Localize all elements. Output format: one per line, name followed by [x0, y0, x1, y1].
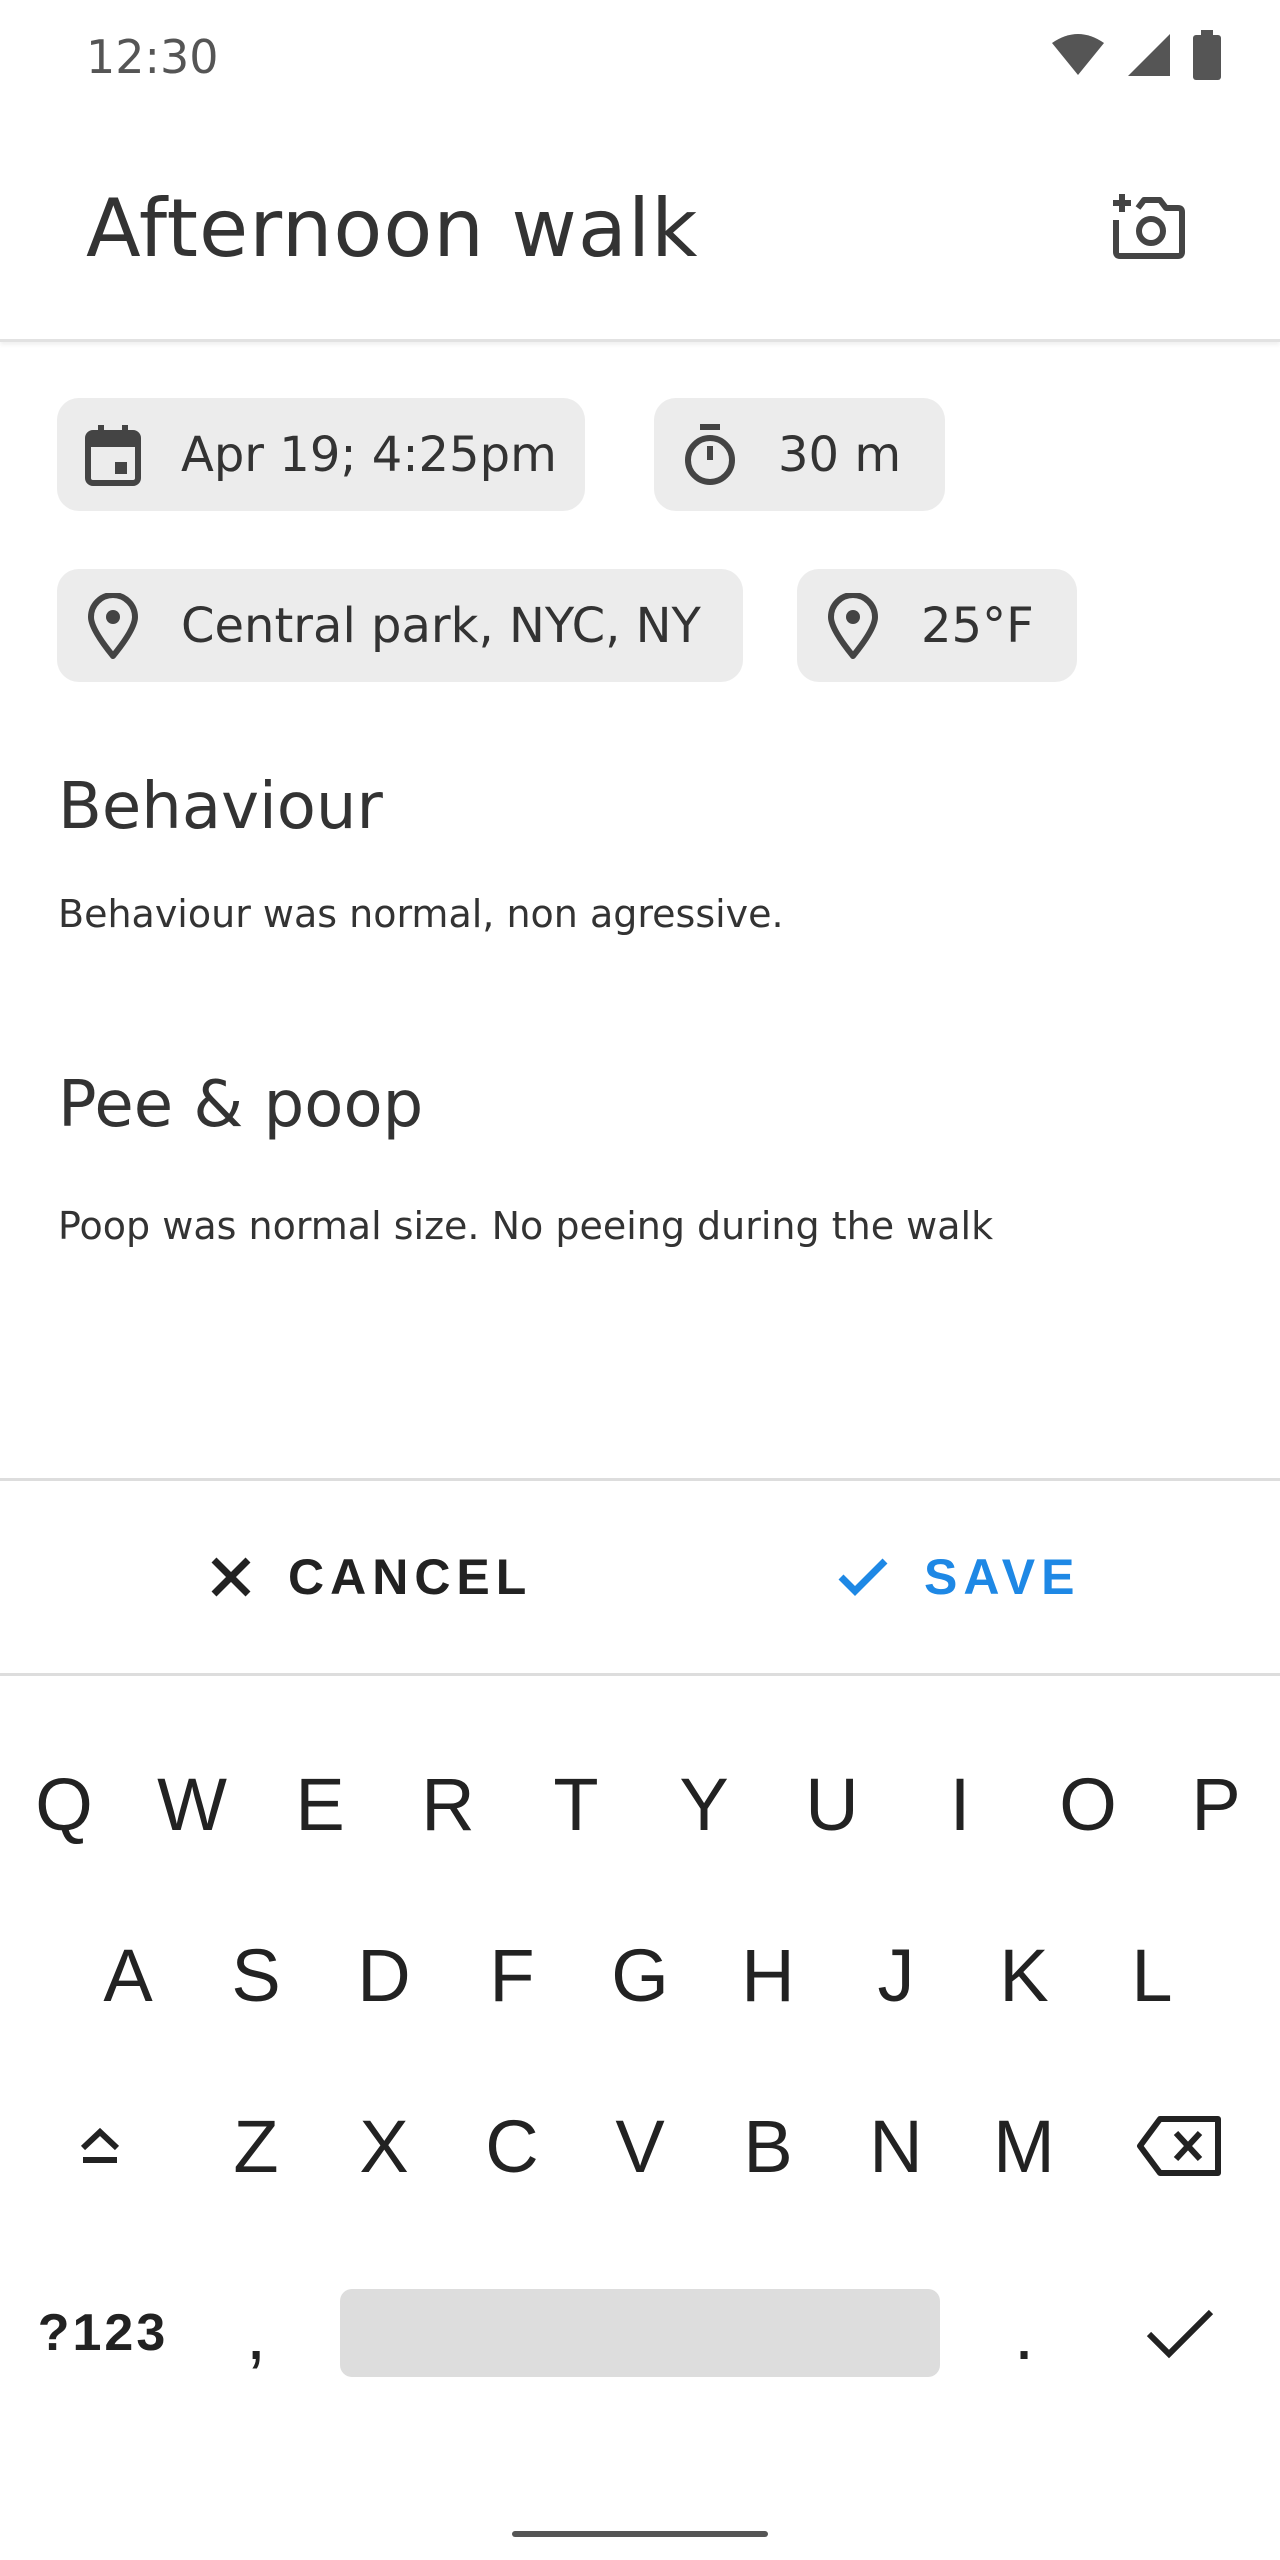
check-icon: [838, 1558, 888, 1596]
key-i[interactable]: I: [905, 1734, 1015, 1874]
period-key[interactable]: .: [969, 2263, 1079, 2403]
calendar-icon: [83, 424, 143, 486]
symbols-key[interactable]: ?123: [28, 2263, 178, 2403]
add-photo-button[interactable]: [1108, 186, 1188, 266]
location-chip-label: Central park, NYC, NY: [181, 597, 701, 654]
shift-icon: [80, 2127, 120, 2163]
home-indicator[interactable]: [512, 2531, 768, 2537]
add-photo-icon: [1113, 194, 1185, 259]
app-bar: Afternoon walk: [0, 112, 1280, 342]
backspace-icon: [1137, 2116, 1221, 2176]
key-j[interactable]: J: [841, 1905, 951, 2045]
pee-poop-text[interactable]: Poop was normal size. No peeing during t…: [58, 1204, 993, 1248]
spacebar[interactable]: [340, 2289, 940, 2377]
timer-icon: [680, 423, 740, 485]
key-s[interactable]: S: [201, 1905, 311, 2045]
cancel-label: CANCEL: [288, 1549, 533, 1605]
backspace-key[interactable]: [1125, 2076, 1235, 2216]
key-n[interactable]: N: [841, 2076, 951, 2216]
key-p[interactable]: P: [1161, 1734, 1271, 1874]
location-pin-icon: [83, 592, 143, 659]
temperature-chip-label: 25°F: [921, 597, 1034, 654]
location-chip[interactable]: Central park, NYC, NY: [57, 569, 743, 682]
key-k[interactable]: K: [969, 1905, 1079, 2045]
key-x[interactable]: X: [329, 2076, 439, 2216]
pee-poop-heading: Pee & poop: [58, 1068, 424, 1142]
key-o[interactable]: O: [1033, 1734, 1143, 1874]
key-b[interactable]: B: [713, 2076, 823, 2216]
behaviour-heading: Behaviour: [58, 770, 383, 844]
key-q[interactable]: Q: [9, 1734, 119, 1874]
location-pin-icon: [823, 592, 883, 659]
soft-keyboard: Q W E R T Y U I O P A S D F G H J K L Z …: [0, 1679, 1280, 2560]
shift-key[interactable]: [45, 2076, 155, 2216]
page-title: Afternoon walk: [86, 182, 699, 275]
key-f[interactable]: F: [457, 1905, 567, 2045]
key-u[interactable]: U: [777, 1734, 887, 1874]
key-m[interactable]: M: [969, 2076, 1079, 2216]
key-t[interactable]: T: [521, 1734, 631, 1874]
key-z[interactable]: Z: [201, 2076, 311, 2216]
key-h[interactable]: H: [713, 1905, 823, 2045]
wifi-icon: [1050, 33, 1106, 82]
key-a[interactable]: A: [73, 1905, 183, 2045]
key-g[interactable]: G: [585, 1905, 695, 2045]
battery-icon: [1192, 30, 1222, 85]
enter-key[interactable]: [1125, 2263, 1235, 2403]
duration-chip[interactable]: 30 m: [654, 398, 945, 511]
key-w[interactable]: W: [137, 1734, 247, 1874]
temperature-chip[interactable]: 25°F: [797, 569, 1077, 682]
key-l[interactable]: L: [1097, 1905, 1207, 2045]
signal-icon: [1126, 32, 1172, 83]
close-icon: [211, 1557, 251, 1597]
action-bar: CANCEL SAVE: [0, 1478, 1280, 1676]
status-bar: 12:30: [0, 0, 1280, 112]
key-r[interactable]: R: [393, 1734, 503, 1874]
enter-check-icon: [1146, 2309, 1214, 2359]
status-time: 12:30: [86, 30, 219, 84]
key-v[interactable]: V: [585, 2076, 695, 2216]
key-y[interactable]: Y: [649, 1734, 759, 1874]
key-d[interactable]: D: [329, 1905, 439, 2045]
comma-key[interactable]: ,: [201, 2263, 311, 2403]
duration-chip-label: 30 m: [778, 426, 902, 483]
status-icons: [1050, 30, 1222, 85]
date-chip[interactable]: Apr 19; 4:25pm: [57, 398, 585, 511]
key-e[interactable]: E: [265, 1734, 375, 1874]
save-label: SAVE: [924, 1549, 1081, 1605]
key-c[interactable]: C: [457, 2076, 567, 2216]
cancel-button[interactable]: CANCEL: [210, 1481, 532, 1673]
date-chip-label: Apr 19; 4:25pm: [181, 426, 557, 483]
behaviour-text[interactable]: Behaviour was normal, non agressive.: [58, 892, 784, 936]
save-button[interactable]: SAVE: [838, 1481, 1080, 1673]
